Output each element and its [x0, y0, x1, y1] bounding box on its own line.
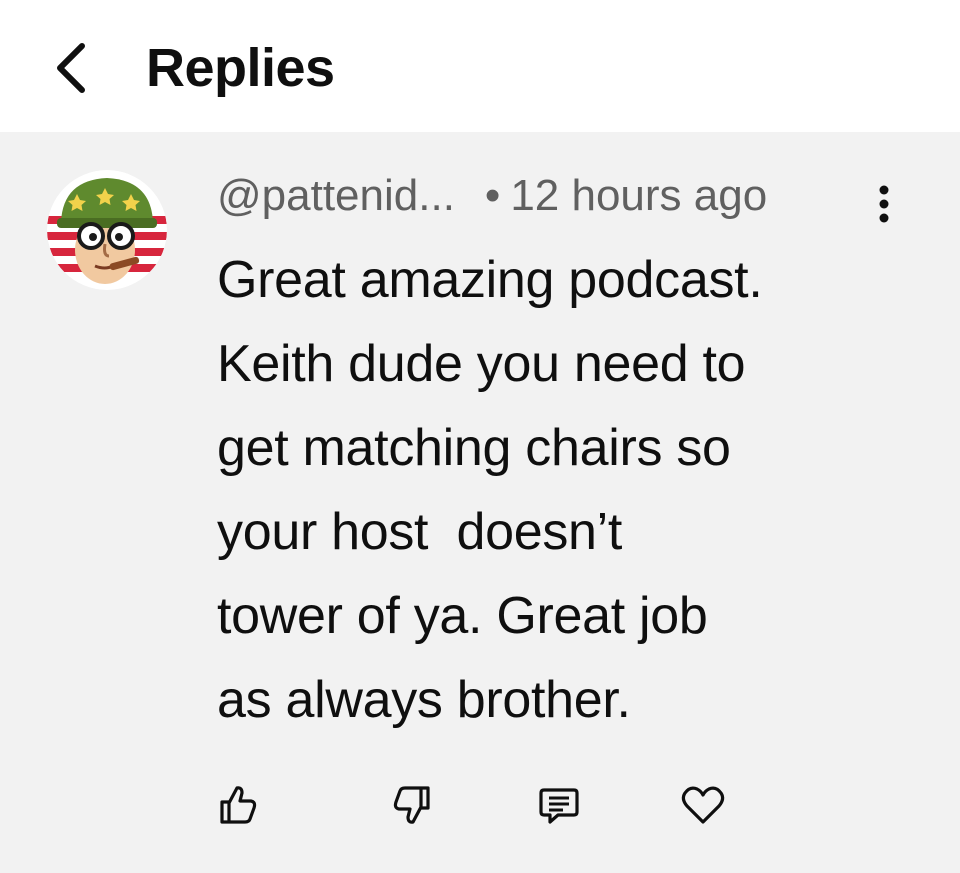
avatar[interactable] [47, 170, 167, 290]
comment-meta: @pattenid... • 12 hours ago [217, 168, 767, 224]
thumbs-up-icon [220, 786, 257, 824]
like-button[interactable] [212, 780, 262, 830]
meta-separator: • [484, 171, 501, 220]
more-vertical-icon [879, 185, 889, 223]
more-options-button[interactable] [868, 180, 900, 228]
header-bar: Replies [0, 0, 960, 132]
heart-button[interactable] [678, 780, 728, 830]
reply-comment-icon [539, 788, 579, 824]
page-title: Replies [146, 38, 335, 98]
soldier-cartoon-avatar [47, 170, 167, 290]
author-handle[interactable]: @pattenid... [217, 171, 455, 221]
back-button[interactable] [44, 36, 100, 100]
heart-icon [681, 786, 725, 824]
dislike-button[interactable] [388, 780, 438, 830]
chevron-left-icon [57, 43, 85, 93]
comment-text: Great amazing podcast. Keith dude you ne… [217, 251, 763, 729]
reply-button[interactable] [534, 780, 584, 830]
comment-timestamp: 12 hours ago [510, 171, 768, 220]
thumbs-down-icon [393, 786, 430, 824]
